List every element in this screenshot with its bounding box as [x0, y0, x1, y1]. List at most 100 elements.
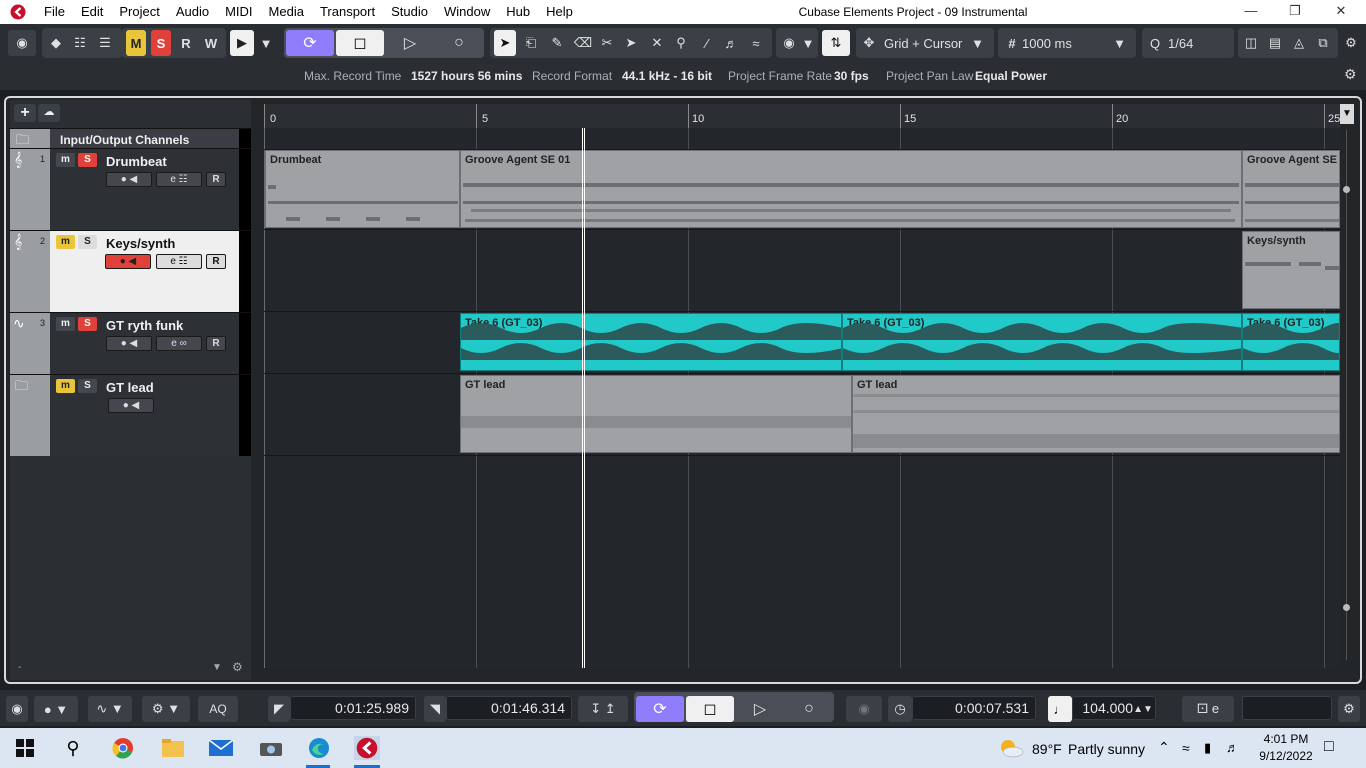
record-button[interactable]: ○ [436, 30, 482, 56]
record-monitor-group[interactable]: ● ◀ [108, 398, 154, 413]
stop-button[interactable]: ◻ [686, 696, 734, 722]
snap-toggle-icon[interactable]: ⇅ [822, 30, 850, 56]
speaker-icon[interactable]: ♬ [720, 30, 742, 56]
speaker-icon[interactable]: ♬ [1226, 740, 1239, 755]
solo-button[interactable]: S [78, 153, 97, 167]
zoom-icon[interactable]: ⚲ [670, 30, 692, 56]
right-locator-icon[interactable]: ◥ [424, 696, 446, 722]
record-mode-select[interactable]: ● ▼ [34, 696, 78, 722]
menu-transport[interactable]: Transport [312, 0, 383, 24]
meter-field[interactable] [1242, 696, 1332, 720]
chevron-up-icon[interactable]: ⌃ [1158, 739, 1170, 756]
camera-icon[interactable] [258, 736, 284, 760]
erase-icon[interactable]: ⌫ [572, 30, 594, 56]
left-zone-icon[interactable]: ◫ [1240, 30, 1262, 56]
activate-icon[interactable]: ◉ [6, 696, 28, 722]
menu-project[interactable]: Project [111, 0, 167, 24]
midi-part-groove-agent[interactable]: Groove Agent SE 01 [460, 150, 1242, 228]
auto-quantize-button[interactable]: AQ [198, 696, 238, 722]
audio-event-take-1[interactable]: Take 6 (GT_03) [460, 313, 842, 371]
vertical-zoom-slider[interactable] [1343, 604, 1350, 611]
nudge-icon[interactable]: ◉ [778, 30, 800, 56]
line-icon[interactable]: ∕ [696, 30, 718, 56]
edit-instrument-group[interactable]: e ☷ [156, 254, 202, 269]
solo-button[interactable]: S [78, 379, 97, 393]
mute-button[interactable]: m [56, 379, 75, 393]
metronome-icon[interactable]: ⚀ e [1182, 696, 1234, 722]
record-monitor-group[interactable]: ● ◀ [106, 336, 152, 351]
track-height-minus[interactable]: - [18, 662, 21, 673]
minimize-icon[interactable]: — [1228, 0, 1274, 24]
add-track-icon[interactable]: + [14, 104, 36, 122]
menu-midi[interactable]: MIDI [217, 0, 260, 24]
cycle-button[interactable]: ⟳ [286, 30, 334, 56]
wifi-icon[interactable]: ≈ [1182, 740, 1190, 756]
solo-button[interactable]: S [78, 235, 97, 249]
marker-nav-icon[interactable]: ↧ ↥ [578, 696, 628, 722]
write-all-button[interactable]: W [201, 30, 221, 56]
mute-tool-icon[interactable]: ✕ [646, 30, 668, 56]
record-monitor-group[interactable]: ● ◀ [105, 254, 151, 269]
audio-event-take-3[interactable]: Take 6 (GT_03) [1242, 313, 1340, 371]
menu-help[interactable]: Help [538, 0, 581, 24]
mute-all-button[interactable]: M [126, 30, 146, 56]
menu-window[interactable]: Window [436, 0, 498, 24]
menu-audio[interactable]: Audio [168, 0, 217, 24]
weather-temp[interactable]: 89°F [1032, 741, 1062, 757]
record-format-value[interactable]: 44.1 kHz - 16 bit [622, 69, 712, 83]
cycle-button[interactable]: ⟳ [636, 696, 684, 722]
windows-start-icon[interactable] [12, 736, 38, 760]
menu-hub[interactable]: Hub [498, 0, 538, 24]
io-channels-folder[interactable]: 🗀 Input/Output Channels [10, 128, 251, 148]
gear-icon[interactable]: ⚙ [1338, 696, 1360, 722]
clock-date[interactable]: 9/12/2022 [1252, 749, 1320, 763]
activate-project-icon[interactable]: ◉ [8, 30, 36, 56]
play-button[interactable]: ▷ [736, 696, 784, 722]
record-button[interactable]: ○ [786, 696, 832, 722]
cubase-taskbar-icon[interactable] [354, 736, 380, 760]
mail-icon[interactable] [208, 736, 234, 760]
menu-edit[interactable]: Edit [73, 0, 111, 24]
project-cursor[interactable] [582, 128, 585, 668]
track-keys-synth[interactable]: 𝄞 2 m S Keys/synth ● ◀ e ☷ R [10, 230, 251, 312]
close-icon[interactable]: ✕ [1318, 0, 1364, 24]
edit-lanes-group[interactable]: e ∞ [156, 336, 202, 351]
file-explorer-icon[interactable] [160, 736, 186, 760]
read-automation-button[interactable]: R [206, 172, 226, 187]
add-from-library-icon[interactable]: ☁ [38, 104, 60, 122]
snap-type-icon[interactable]: ✥ [858, 30, 880, 56]
auto-scroll-icon[interactable]: ▶ [230, 30, 254, 56]
track-name[interactable]: GT lead [106, 380, 154, 395]
read-all-button[interactable]: R [176, 30, 196, 56]
gear-icon[interactable]: ⚙ [1344, 66, 1357, 83]
midi-part-drumbeat[interactable]: Drumbeat [265, 150, 460, 228]
notifications-icon[interactable]: □ [1324, 738, 1334, 756]
left-locator-field[interactable]: 0:01:25.989 [290, 696, 416, 720]
cubase-logo-icon[interactable] [0, 0, 36, 24]
track-name[interactable]: Keys/synth [106, 236, 175, 251]
right-zone-icon[interactable]: ◬ [1288, 30, 1310, 56]
tempo-icon[interactable]: ♩ [1048, 696, 1072, 722]
search-icon[interactable]: ⚲ [60, 736, 86, 760]
battery-icon[interactable]: ▮ [1204, 740, 1211, 756]
weather-text[interactable]: Partly sunny [1068, 741, 1145, 757]
clock-icon[interactable]: ◷ [888, 696, 912, 722]
vertical-scroll-track[interactable] [1346, 130, 1347, 660]
snap-mode-select[interactable]: Grid + Cursor ▼ [884, 30, 992, 56]
mute-button[interactable]: m [56, 317, 75, 331]
mixer-icon[interactable]: ☰ [94, 30, 116, 56]
midi-part-keys-synth[interactable]: Keys/synth [1242, 231, 1340, 309]
gear-icon[interactable]: ⚙ [1340, 30, 1362, 56]
record-monitor-group[interactable]: ● ◀ [106, 172, 152, 187]
warp-icon[interactable]: ≈ [744, 30, 768, 56]
quantize-select[interactable]: 1/64 [1168, 30, 1230, 56]
vertical-zoom-handle[interactable] [1343, 186, 1350, 193]
split-icon[interactable]: ✂ [596, 30, 618, 56]
audio-mode-select[interactable]: ∿ ▼ [88, 696, 132, 722]
setup-layout-icon[interactable]: ⧉ [1312, 30, 1334, 56]
solo-all-button[interactable]: S [151, 30, 171, 56]
edge-icon[interactable] [306, 736, 332, 760]
menu-media[interactable]: Media [261, 0, 312, 24]
timeline-ruler[interactable]: 0 5 10 15 20 25 [264, 104, 1340, 128]
grid-select[interactable]: 1000 ms ▼ [1022, 30, 1132, 56]
